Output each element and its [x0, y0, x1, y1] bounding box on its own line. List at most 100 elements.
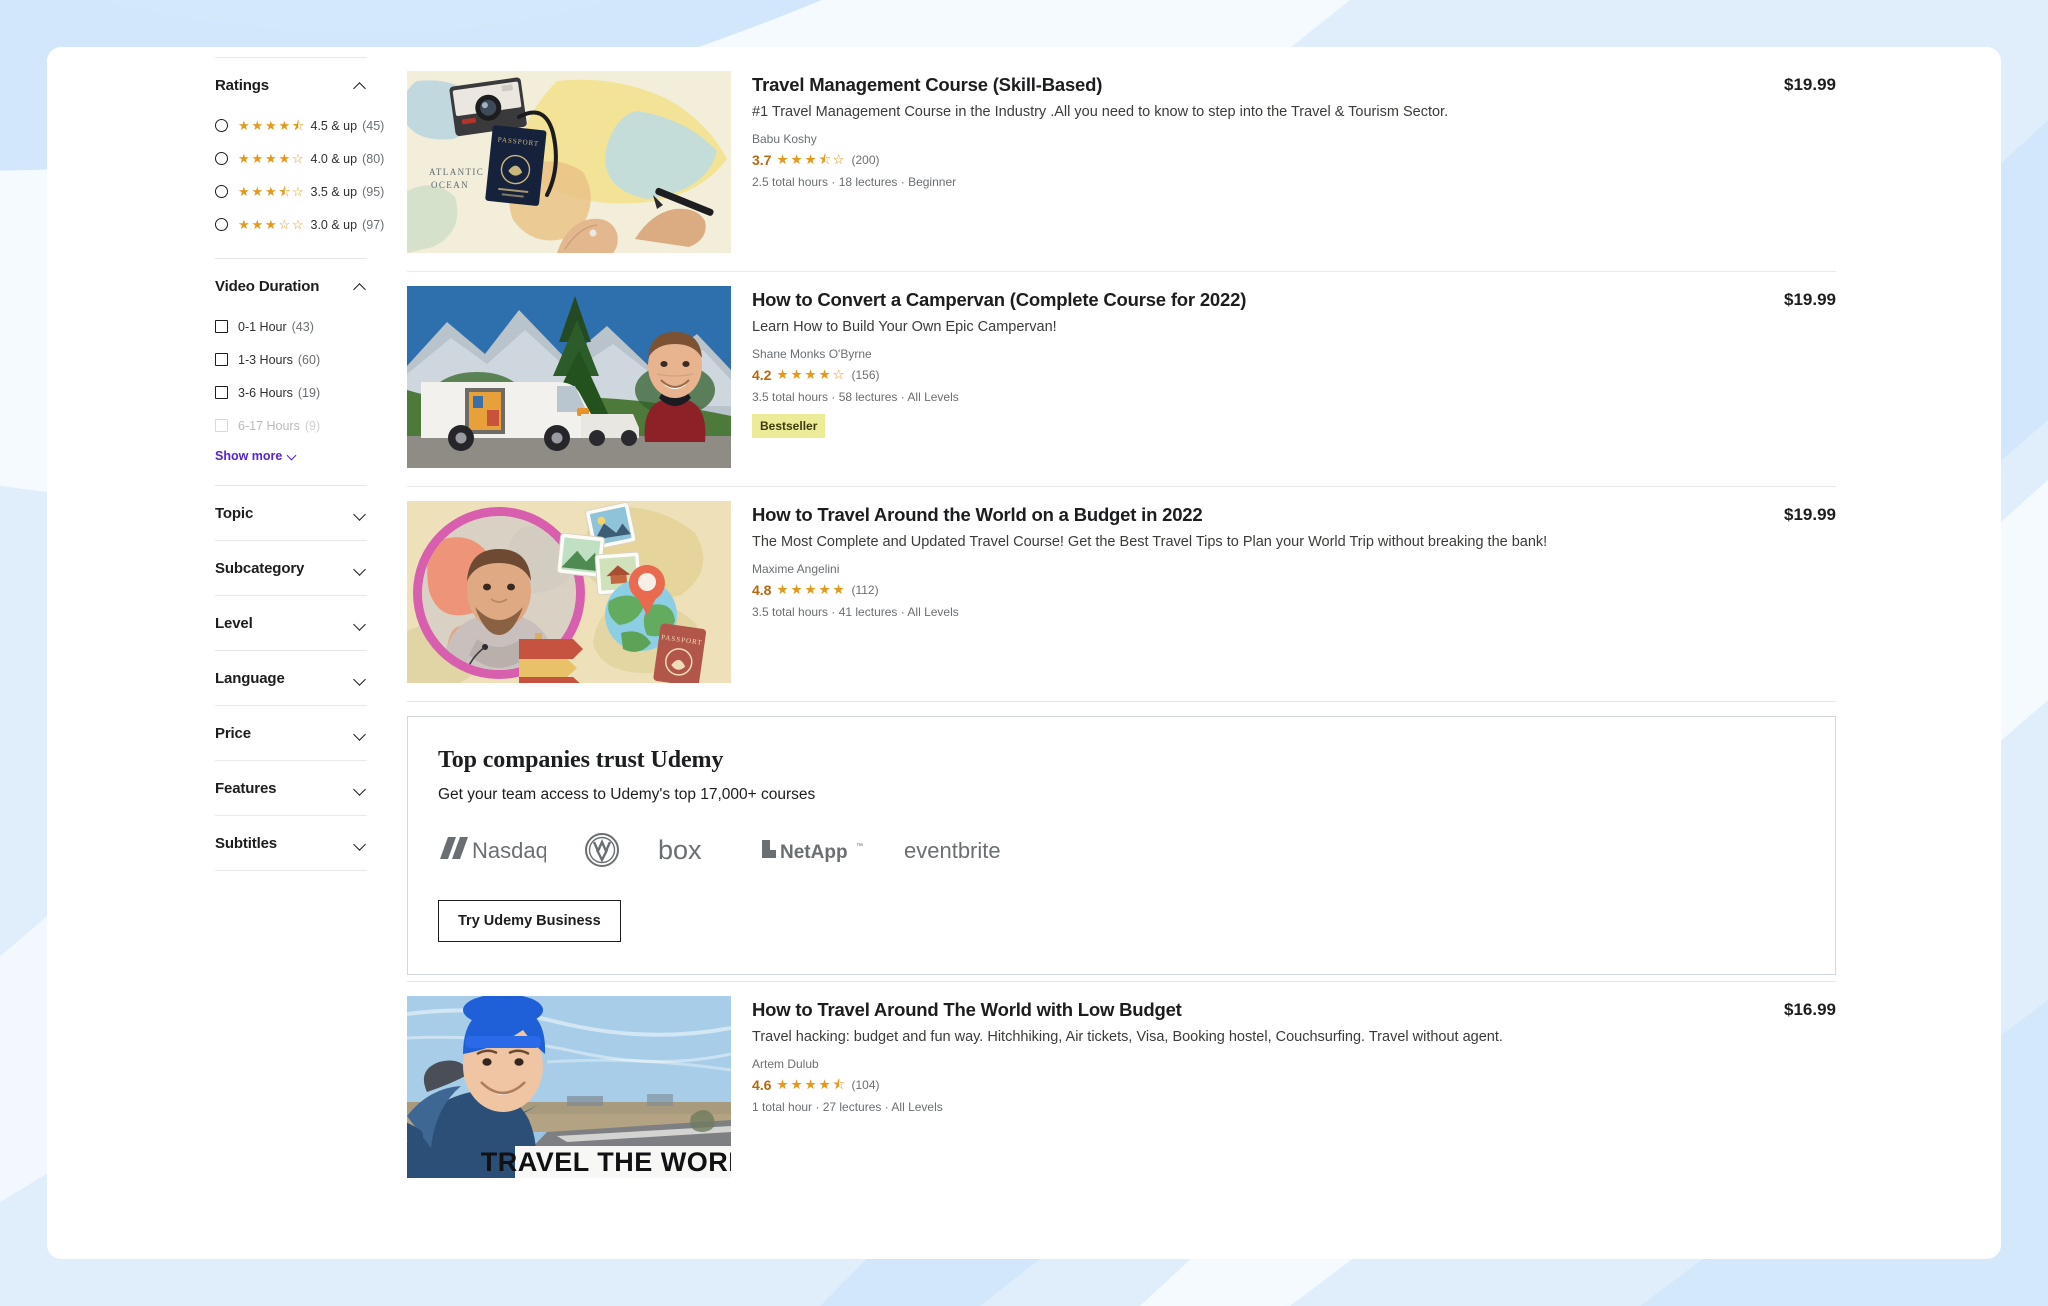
rating-option-3_5[interactable]: ★ ★ ★ ⯪ ☆ 3.5 & up (95): [215, 178, 384, 205]
filter-title-topic: Topic: [215, 504, 254, 522]
rating-option-count: (45): [362, 118, 385, 133]
chevron-down-icon[interactable]: [354, 837, 367, 850]
course-card[interactable]: TRAVEL THE WORLD How to Travel Around Th…: [407, 982, 1836, 1196]
filter-group-language: Language: [215, 651, 367, 705]
filter-header-video-duration[interactable]: Video Duration: [215, 259, 367, 313]
course-thumbnail-roadside-selfie[interactable]: TRAVEL THE WORLD: [407, 996, 731, 1178]
course-description: Learn How to Build Your Own Epic Camperv…: [752, 319, 1057, 336]
course-card[interactable]: ATLANTIC OCEAN PASSPORT Travel Managemen…: [407, 57, 1836, 271]
rating-count: (156): [851, 367, 880, 382]
duration-option-1-3[interactable]: 1-3 Hours (60): [215, 346, 367, 373]
udemy-business-banner: Top companies trust Udemy Get your team …: [407, 716, 1836, 975]
checkbox-icon[interactable]: [215, 353, 228, 366]
rating-option-3_0[interactable]: ★ ★ ★ ☆ ☆ 3.0 & up (97): [215, 211, 384, 238]
radio-icon[interactable]: [215, 218, 228, 231]
star-rating-icon: ★ ★ ★ ★ ★: [776, 581, 845, 597]
filter-header-language[interactable]: Language: [215, 651, 367, 705]
course-title[interactable]: Travel Management Course (Skill-Based): [752, 73, 1758, 96]
svg-text:ATLANTIC: ATLANTIC: [429, 167, 484, 177]
chevron-up-icon[interactable]: [354, 280, 367, 293]
duration-option-3-6[interactable]: 3-6 Hours (19): [215, 379, 367, 406]
course-card[interactable]: How to Convert a Campervan (Complete Cou…: [407, 272, 1836, 486]
filter-group-ratings: Ratings ★ ★ ★ ★ ⯪ 4.5 & up (45) ★ ★ ★ ★ ☆ 4.0 & …: [215, 58, 384, 258]
chevron-down-icon[interactable]: [354, 562, 367, 575]
filter-header-subtitles[interactable]: Subtitles: [215, 816, 367, 870]
course-instructor: Babu Koshy: [752, 131, 817, 146]
chevron-down-icon[interactable]: [354, 672, 367, 685]
show-more-button[interactable]: Show more: [215, 449, 367, 463]
banner-title: Top companies trust Udemy: [438, 747, 724, 773]
chevron-down-icon[interactable]: [354, 617, 367, 630]
checkbox-icon[interactable]: [215, 419, 228, 432]
eventbrite-logo-icon: eventbrite: [904, 833, 1036, 867]
course-thumbnail-campervan-mountains[interactable]: [407, 286, 731, 468]
duration-option-count: (9): [304, 418, 321, 433]
svg-text:eventbrite: eventbrite: [904, 838, 1001, 863]
chevron-down-icon[interactable]: [354, 782, 367, 795]
radio-icon[interactable]: [215, 119, 228, 132]
filter-header-features[interactable]: Features: [215, 761, 367, 815]
rating-count: (200): [851, 152, 880, 167]
chevron-down-icon[interactable]: [354, 507, 367, 520]
rating-count: (112): [851, 582, 879, 597]
course-description: The Most Complete and Updated Travel Cou…: [752, 534, 1548, 551]
duration-option-6-17[interactable]: 6-17 Hours (9): [215, 412, 367, 439]
filter-group-level: Level: [215, 596, 367, 650]
filter-title-subtitles: Subtitles: [215, 834, 277, 852]
course-instructor: Artem Dulub: [752, 1056, 819, 1071]
rating-option-4_5[interactable]: ★ ★ ★ ★ ⯪ 4.5 & up (45): [215, 112, 384, 139]
filter-header-topic[interactable]: Topic: [215, 486, 367, 540]
checkbox-icon[interactable]: [215, 320, 228, 333]
chevron-down-icon[interactable]: [354, 727, 367, 740]
star-rating-icon: ★ ★ ★ ⯪ ☆: [776, 151, 845, 167]
checkbox-icon[interactable]: [215, 386, 228, 399]
rating-option-label: 3.5 & up: [310, 184, 358, 199]
course-title[interactable]: How to Travel Around the World on a Budg…: [752, 503, 1758, 526]
filter-header-ratings[interactable]: Ratings: [215, 58, 367, 112]
course-description: Travel hacking: budget and fun way. Hitc…: [752, 1029, 1503, 1046]
duration-option-count: (43): [291, 319, 314, 334]
chevron-up-icon[interactable]: [354, 79, 367, 92]
course-instructor: Shane Monks O'Byrne: [752, 346, 872, 361]
rating-value: 4.8: [752, 581, 772, 598]
course-card[interactable]: PASSPORT How to Travel Around the World …: [407, 487, 1836, 701]
status-badge-bestseller: Bestseller: [752, 413, 826, 438]
course-title[interactable]: How to Travel Around The World with Low …: [752, 998, 1758, 1021]
course-instructor: Maxime Angelini: [752, 561, 840, 576]
course-title[interactable]: How to Convert a Campervan (Complete Cou…: [752, 288, 1758, 311]
filter-header-subcategory[interactable]: Subcategory: [215, 541, 367, 595]
course-thumbnail-globe-portrait-pink[interactable]: PASSPORT: [407, 501, 731, 683]
show-more-label: Show more: [215, 449, 283, 463]
course-price: $19.99: [1784, 505, 1836, 524]
filter-header-level[interactable]: Level: [215, 596, 367, 650]
rating-option-count: (80): [362, 151, 385, 166]
rating-option-4_0[interactable]: ★ ★ ★ ★ ☆ 4.0 & up (80): [215, 145, 384, 172]
rating-option-label: 3.0 & up: [310, 217, 358, 232]
rating-option-count: (97): [362, 217, 385, 232]
filter-body-ratings: ★ ★ ★ ★ ⯪ 4.5 & up (45) ★ ★ ★ ★ ☆ 4.0 & up (80) …: [215, 112, 384, 258]
try-udemy-business-button[interactable]: Try Udemy Business: [438, 900, 621, 942]
rating-count: (104): [851, 1077, 880, 1092]
svg-text:OCEAN: OCEAN: [431, 180, 469, 190]
star-rating-icon: ★ ★ ★ ★ ⯪: [776, 1076, 846, 1092]
course-description: #1 Travel Management Course in the Indus…: [752, 104, 1449, 121]
course-rating: 4.8 ★ ★ ★ ★ ★ (112): [752, 582, 1758, 598]
course-thumbnail-map-camera-passport[interactable]: ATLANTIC OCEAN PASSPORT: [407, 71, 731, 253]
page-card: Ratings ★ ★ ★ ★ ⯪ 4.5 & up (45) ★ ★ ★ ★ ☆ 4.0 & …: [47, 47, 2001, 1259]
filter-body-video-duration: 0-1 Hour (43) 1-3 Hours (60) 3-6 Hours (…: [215, 313, 367, 485]
nasdaq-logo-icon: Nasdaq: [438, 833, 546, 867]
radio-icon[interactable]: [215, 185, 228, 198]
chevron-down-icon: [287, 451, 297, 461]
radio-icon[interactable]: [215, 152, 228, 165]
course-price: $19.99: [1784, 75, 1836, 94]
rating-value: 3.7: [752, 151, 772, 168]
duration-option-label: 0-1 Hour: [238, 319, 287, 334]
duration-option-count: (60): [297, 352, 321, 367]
duration-option-label: 3-6 Hours: [238, 385, 293, 400]
star-rating-icon: ★ ★ ★ ★ ☆: [238, 151, 304, 166]
filter-group-video-duration: Video Duration 0-1 Hour (43) 1-3 Hours (…: [215, 259, 367, 485]
filter-header-price[interactable]: Price: [215, 706, 367, 760]
filter-group-features: Features: [215, 761, 367, 815]
duration-option-0-1[interactable]: 0-1 Hour (43): [215, 313, 367, 340]
duration-option-count: (19): [297, 385, 321, 400]
